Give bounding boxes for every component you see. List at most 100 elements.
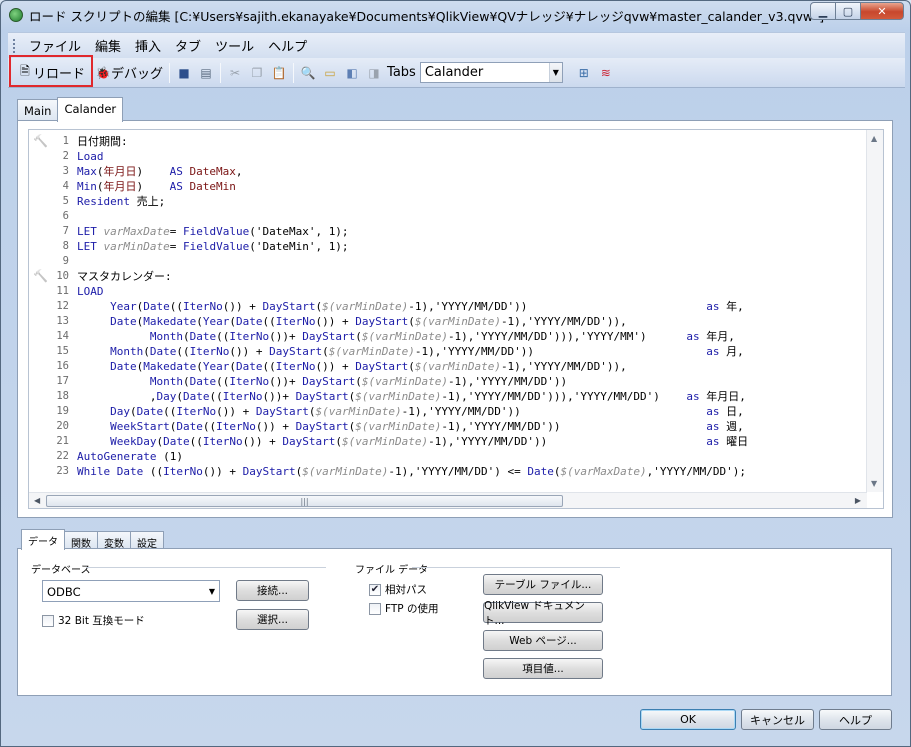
script-line[interactable]: 21 WeekDay(Date((IterNo()) + DayStart($(… [29,434,867,449]
script-line[interactable]: 🔨 10 マスタカレンダー: [29,269,867,284]
scrollbar-thumb[interactable]: ||| [46,495,563,507]
maximize-icon[interactable]: ▢ [835,2,861,20]
script-line[interactable]: 5 Resident 売上; [29,194,867,209]
field-value-button[interactable]: 項目値... [483,658,603,679]
tab-main[interactable]: Main [17,99,59,121]
script-line[interactable]: 3 Max(年月日) AS DateMax, [29,164,867,179]
script-editor[interactable]: 🔨 1 日付期間: 2 Load 3 Max(年月日) AS DateMax, 4 Min(年月… [28,129,884,509]
minimize-icon[interactable]: ▁ [810,2,836,20]
code-token: 日, [719,405,744,418]
vertical-scrollbar[interactable]: ▲ ▼ [866,130,883,492]
debug-button[interactable]: 🐞 デバッグ [92,61,166,85]
code-token: DayStart [295,390,349,403]
menu-tools[interactable]: ツール [208,36,261,55]
menu-edit[interactable]: 編集 [88,36,128,55]
ftp-checkbox[interactable]: FTP の使用 [369,601,438,616]
script-line[interactable]: 8 LET varMinDate= FieldValue('DateMin', 1… [29,239,867,254]
script-line[interactable]: 14 Month(Date((IterNo())+ DayStart($(var… [29,329,867,344]
script-line[interactable]: 4 Min(年月日) AS DateMin [29,179,867,194]
print-button[interactable]: ▤ [195,61,217,85]
help-button[interactable]: ヘルプ [819,709,892,730]
open-folder-button[interactable]: ▭ [319,61,341,85]
tabs-dropdown[interactable]: Calander ▼ [419,62,563,83]
script-line[interactable]: 16 Date(Makedate(Year(Date((IterNo()) + … [29,359,867,374]
script-line[interactable]: 9 [29,254,867,269]
syntax-check-button[interactable]: ≋ [595,61,617,85]
menu-insert[interactable]: 挿入 [128,36,168,55]
select-button[interactable]: 選択... [236,609,309,630]
code-token: DateMin [189,180,236,193]
script-line[interactable]: 18 ,Day(Date((IterNo())+ DayStart($(varM… [29,389,867,404]
script-code[interactable]: 🔨 1 日付期間: 2 Load 3 Max(年月日) AS DateMax, 4 Min(年月… [29,134,867,479]
copy-icon: ❐ [251,65,263,80]
code-token: ( [96,165,104,178]
script-line[interactable]: 22 AutoGenerate (1) [29,449,867,464]
code-token: ())+ [269,330,303,343]
cancel-button[interactable]: キャンセル [741,709,814,730]
code-token: $(varMinDate) [414,315,501,328]
script-line[interactable]: 20 WeekStart(Date((IterNo()) + DayStart(… [29,419,867,434]
scroll-left-icon[interactable]: ◀ [34,496,40,505]
code-token: ( [229,315,236,328]
scroll-right-icon[interactable]: ▶ [855,496,861,505]
script-line[interactable]: 23 While Date ((IterNo()) + DayStart($(va… [29,464,867,479]
checkbox-box[interactable] [369,602,381,615]
find-button[interactable]: 🔍 [297,61,319,85]
next-tab-button[interactable]: ◨ [363,61,385,85]
script-line[interactable]: 12 Year(Date((IterNo()) + DayStart($(var… [29,299,867,314]
code-token: ( [553,465,561,478]
tab-data[interactable]: データ [21,529,65,550]
tab-settings[interactable]: 設定 [130,531,164,550]
script-line[interactable]: 7 LET varMaxDate= FieldValue('DateMax', 1… [29,224,867,239]
horizontal-scrollbar[interactable]: ◀ ||| ▶ [29,492,867,508]
code-token: (( [143,465,164,478]
group-divider [86,567,326,568]
ok-button[interactable]: OK [640,709,736,730]
checkbox-box[interactable] [42,614,54,627]
script-line[interactable]: 19 Day(Date((IterNo()) + DayStart($(varM… [29,404,867,419]
database-select[interactable]: ODBC ▼ [42,580,220,602]
checkbox-checked-icon[interactable]: ✔ [369,583,381,596]
connect-button[interactable]: 接続... [236,580,309,601]
tab-right-icon: ◨ [368,65,380,80]
code-token: ('DateMin', 1); [249,240,349,253]
tab-functions[interactable]: 関数 [64,531,98,550]
script-line[interactable]: 2 Load [29,149,867,164]
table-viewer-button[interactable]: ⊞ [573,61,595,85]
menu-help[interactable]: ヘルプ [261,36,314,55]
script-line[interactable]: 11 LOAD [29,284,867,299]
menu-file[interactable]: ファイル [22,36,88,55]
web-page-button[interactable]: Web ページ... [483,630,603,651]
script-line[interactable]: 13 Date(Makedate(Year(Date((IterNo()) + … [29,314,867,329]
paste-button[interactable]: 📋 [268,61,290,85]
code-token: $(varMinDate) [315,405,402,418]
line-source: ,Day(Date((IterNo())+ DayStart($(varMinD… [77,389,746,404]
previous-tab-button[interactable]: ◧ [341,61,363,85]
script-line[interactable]: 6 [29,209,867,224]
cut-button[interactable]: ✂ [224,61,246,85]
close-icon[interactable]: ✕ [860,2,904,20]
code-token: ( [182,375,190,388]
relative-path-checkbox[interactable]: ✔ 相対パス [369,582,427,597]
save-button[interactable]: ■ [173,61,195,85]
script-line[interactable]: 🔨 1 日付期間: [29,134,867,149]
code-token: DateMax [189,165,236,178]
code-token: DayStart [242,465,296,478]
scroll-down-icon[interactable]: ▼ [871,479,877,488]
table-file-button[interactable]: テーブル ファイル... [483,574,603,595]
menu-tab[interactable]: タブ [168,36,208,55]
line-source: Month(Date((IterNo())+ DayStart($(varMin… [77,374,567,389]
scroll-up-icon[interactable]: ▲ [871,134,877,143]
qlikview-document-button[interactable]: QlikView ドキュメント... [483,600,603,627]
code-token: ( [176,390,183,403]
code-token: ( [355,375,362,388]
bit32-checkbox[interactable]: 32 Bit 互換モード [42,613,145,628]
copy-button[interactable]: ❐ [246,61,268,85]
script-line[interactable]: 17 Month(Date((IterNo())+ DayStart($(var… [29,374,867,389]
menu-grip-icon [13,38,17,53]
tab-variables[interactable]: 変数 [97,531,131,550]
script-line[interactable]: 15 Month(Date((IterNo()) + DayStart($(va… [29,344,867,359]
tab-calander[interactable]: Calander [57,97,124,122]
code-token: ) [136,165,170,178]
